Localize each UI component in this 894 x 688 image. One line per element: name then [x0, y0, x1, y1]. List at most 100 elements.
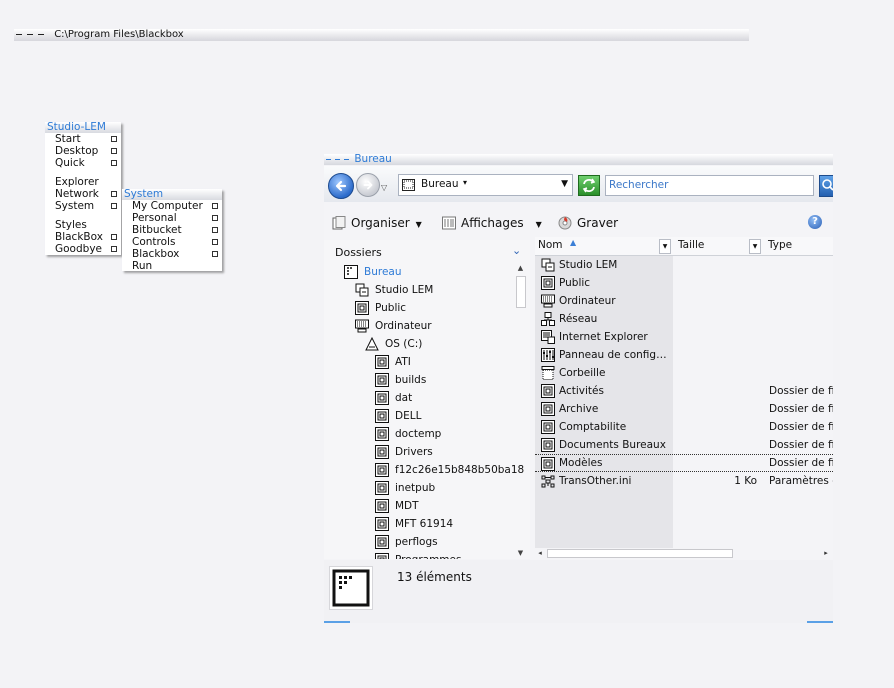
menu-item-label: Explorer — [55, 176, 99, 188]
search-input[interactable]: Rechercher — [605, 175, 814, 196]
submenu-indicator-icon — [111, 160, 117, 166]
file-name: Studio LEM — [559, 259, 618, 271]
breadcrumb-chevron-icon[interactable]: ▾ — [463, 178, 467, 187]
folder-icon — [541, 276, 555, 290]
menu-item-blackbox[interactable]: BlackBox — [45, 231, 121, 243]
address-bar[interactable]: Bureau ▾ ▼ — [398, 174, 573, 196]
pane-accent-right — [807, 621, 833, 623]
horizontal-scrollbar[interactable]: ◂ ▸ — [535, 548, 833, 559]
folder-icon — [375, 373, 389, 387]
folders-scrollbar[interactable]: ▲ ▼ — [515, 260, 526, 559]
help-icon[interactable]: ? — [808, 215, 822, 229]
menu-item-label: Desktop — [55, 145, 99, 157]
scroll-right-icon[interactable]: ▸ — [821, 548, 831, 559]
menu-item-goodbye[interactable]: Goodbye — [45, 243, 121, 255]
folder-icon — [375, 463, 389, 477]
menu-item-label: Goodbye — [55, 243, 102, 255]
folder-icon — [355, 301, 369, 315]
menu-item-quick[interactable]: Quick — [45, 157, 121, 169]
menu-item-label: BlackBox — [55, 231, 103, 243]
organize-dropdown-icon: ▼ — [415, 220, 422, 229]
submenu-item-my-computer[interactable]: My Computer — [122, 200, 222, 212]
menu-item-styles[interactable]: Styles — [45, 219, 121, 231]
submenu-indicator-icon — [111, 148, 117, 154]
file-row-archive[interactable]: Archive Dossier de fichiers — [535, 400, 833, 418]
file-row-public[interactable]: Public — [535, 274, 833, 292]
address-dropdown-icon[interactable]: ▼ — [561, 179, 568, 189]
file-name: Documents Bureaux — [559, 439, 666, 451]
file-row-reseau[interactable]: Réseau — [535, 310, 833, 328]
scroll-down-icon[interactable]: ▼ — [515, 548, 526, 559]
network-icon — [541, 312, 555, 326]
folder-icon — [375, 409, 389, 423]
menu-item-label: Quick — [55, 157, 85, 169]
menu-item-network[interactable]: Network — [45, 188, 121, 200]
file-row-panneau-de-configuration[interactable]: Panneau de configuration — [535, 346, 833, 364]
scrollbar-thumb[interactable] — [547, 549, 733, 558]
submenu-item-controls[interactable]: Controls — [122, 236, 222, 248]
file-row-ordinateur[interactable]: Ordinateur — [535, 292, 833, 310]
arrow-left-icon — [335, 180, 347, 192]
toolbar-path: C:\Program Files\Blackbox — [54, 29, 184, 40]
back-button[interactable] — [328, 173, 354, 199]
burn-button[interactable]: Graver — [558, 215, 618, 231]
file-row-corbeille[interactable]: Corbeille — [535, 364, 833, 382]
file-type: Dossier de fichiers — [769, 385, 833, 397]
file-name: Internet Explorer — [559, 331, 648, 343]
scroll-left-icon[interactable]: ◂ — [535, 548, 545, 559]
menu-item-desktop[interactable]: Desktop — [45, 145, 121, 157]
file-row-comptabilite[interactable]: Comptabilite Dossier de fichiers — [535, 418, 833, 436]
root-menu-title: Studio-LEM — [45, 122, 121, 133]
drive-icon — [365, 337, 379, 351]
title-dash — [335, 158, 340, 160]
submenu-item-personal[interactable]: Personal — [122, 212, 222, 224]
file-name: Panneau de configuration — [559, 349, 671, 361]
file-row-modeles[interactable]: Modèles Dossier de fichiers — [535, 454, 833, 472]
menu-item-explorer[interactable]: Explorer — [45, 176, 121, 188]
submenu-item-blackbox[interactable]: Blackbox — [122, 248, 222, 260]
tree-item-label: ATI — [395, 356, 411, 368]
file-row-activites[interactable]: Activités Dossier de fichiers — [535, 382, 833, 400]
collapse-chevron-icon[interactable]: ⌄ — [512, 244, 521, 257]
tree-item-label: Drivers — [395, 446, 433, 458]
column-filter-dropdown-icon[interactable]: ▼ — [659, 239, 671, 254]
toolbar-dash — [16, 33, 22, 35]
menu-item-system[interactable]: System — [45, 200, 121, 212]
column-size-header[interactable]: Taille — [678, 239, 704, 251]
menu-item-start[interactable]: Start — [45, 133, 121, 145]
folder-icon — [541, 420, 555, 434]
scrollbar-thumb[interactable] — [516, 276, 526, 308]
system-submenu: System My Computer Personal Bitbucket Contr… — [122, 189, 222, 272]
forward-button[interactable] — [356, 173, 380, 197]
system-submenu-items: My Computer Personal Bitbucket Controls Blac… — [122, 200, 222, 272]
window-titlebar[interactable]: Bureau — [324, 154, 833, 165]
burn-disc-icon — [558, 216, 572, 230]
file-row-internet-explorer[interactable]: Internet Explorer — [535, 328, 833, 346]
column-filter-dropdown-icon[interactable]: ▼ — [749, 239, 761, 254]
refresh-button[interactable] — [578, 175, 600, 196]
submenu-item-run[interactable]: Run — [122, 260, 222, 272]
file-row-studio-lem[interactable]: Studio LEM — [535, 256, 833, 274]
recent-pages-dropdown-icon[interactable]: ▽ — [381, 183, 387, 192]
views-dropdown-icon: ▼ — [535, 220, 542, 229]
file-name: Corbeille — [559, 367, 606, 379]
title-dash — [344, 158, 349, 160]
search-button[interactable] — [819, 175, 833, 197]
file-type: Paramètres de configuration — [769, 475, 833, 487]
column-type-header[interactable]: Type — [768, 239, 792, 251]
organize-button[interactable]: Organiser ▼ — [332, 215, 422, 231]
menu-item-label: Start — [55, 133, 81, 145]
folder-icon — [375, 427, 389, 441]
submenu-item-label: My Computer — [132, 200, 203, 212]
scroll-up-icon[interactable]: ▲ — [515, 263, 526, 274]
folder-icon — [375, 499, 389, 513]
file-row-transother-ini[interactable]: TransOther.ini 1 Ko Paramètres de configur… — [535, 472, 833, 490]
submenu-item-label: Personal — [132, 212, 177, 224]
views-button[interactable]: Affichages ▼ — [442, 215, 542, 231]
submenu-indicator-icon — [111, 246, 117, 252]
file-name: TransOther.ini — [559, 475, 632, 487]
submenu-indicator-icon — [111, 136, 117, 142]
column-name-header[interactable]: Nom — [538, 239, 563, 251]
file-row-documents-bureaux[interactable]: Documents Bureaux Dossier de fichiers — [535, 436, 833, 454]
submenu-item-bitbucket[interactable]: Bitbucket — [122, 224, 222, 236]
